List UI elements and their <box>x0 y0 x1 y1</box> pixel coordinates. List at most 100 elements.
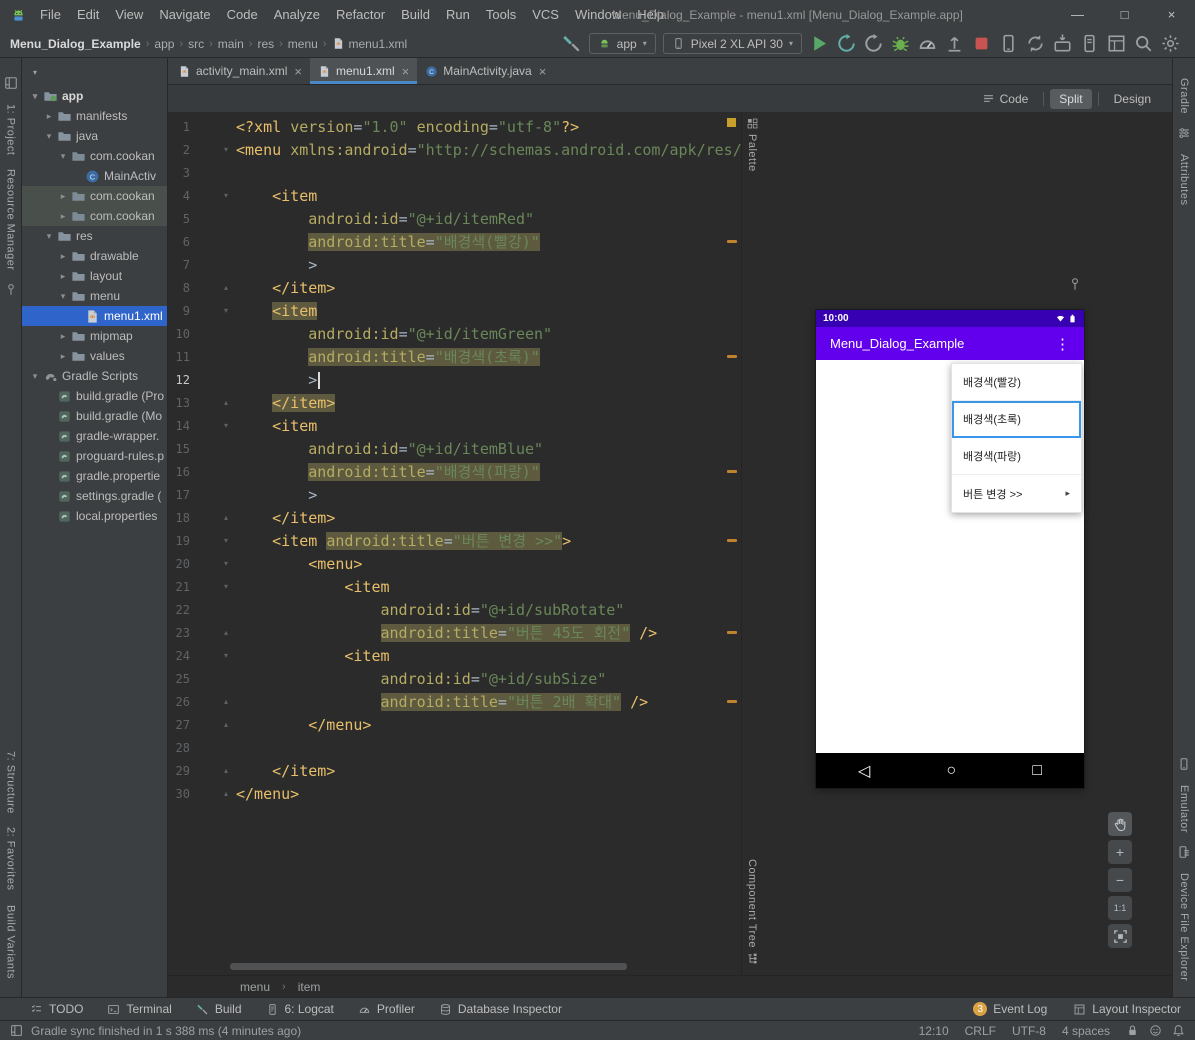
toolwindow-resource-manager[interactable]: Resource Manager <box>5 169 17 271</box>
breadcrumb-menu[interactable]: menu <box>288 37 318 51</box>
tree-item-com-cookan[interactable]: ▸ com.cookan <box>22 206 167 226</box>
tree-item-settings-gradle[interactable]: settings.gradle ( <box>22 486 167 506</box>
menu-code[interactable]: Code <box>219 0 266 30</box>
fold-marker-icon[interactable]: ▴ <box>216 398 236 407</box>
toolwindow-button-build[interactable]: Build <box>196 1002 242 1016</box>
toolwindow-gradle[interactable]: Gradle <box>1178 78 1190 114</box>
code-line[interactable]: 1 <?xml version="1.0" encoding="utf-8"?> <box>168 115 741 138</box>
indent-indicator[interactable]: 4 spaces <box>1062 1024 1110 1038</box>
tree-item-app[interactable]: ▾ app <box>22 86 167 106</box>
stop-icon[interactable] <box>971 33 992 54</box>
tab-mainactivity-java[interactable]: C MainActivity.java × <box>417 58 554 84</box>
toolwindow-emulator[interactable]: Emulator <box>1178 785 1190 833</box>
search-result-marker[interactable] <box>727 470 737 473</box>
fold-marker-icon[interactable]: ▴ <box>216 789 236 798</box>
fold-marker-icon[interactable]: ▾ <box>216 536 236 545</box>
code-line[interactable]: 23 ▴ android:title="버튼 45도 회전" /> <box>168 621 741 644</box>
horizontal-scrollbar[interactable] <box>230 963 690 970</box>
toolwindow-1-project[interactable]: 1: Project <box>5 104 17 155</box>
code-line[interactable]: 6 android:title="배경색(빨강)" <box>168 230 741 253</box>
code-line[interactable]: 18 ▴ </item> <box>168 506 741 529</box>
fold-marker-icon[interactable]: ▾ <box>216 651 236 660</box>
view-mode-design[interactable]: Design <box>1105 89 1160 109</box>
tree-item-build-gradle-pro[interactable]: build.gradle (Pro <box>22 386 167 406</box>
code-line[interactable]: 12 > <box>168 368 741 391</box>
menu-edit[interactable]: Edit <box>69 0 107 30</box>
close-tab-icon[interactable]: × <box>539 64 547 79</box>
menu-build[interactable]: Build <box>393 0 438 30</box>
toolwindow-7-structure[interactable]: 7: Structure <box>5 751 17 814</box>
palette-tab[interactable]: Palette <box>742 117 762 172</box>
chevron-right-icon[interactable]: ▸ <box>42 111 56 122</box>
chevron-right-icon[interactable]: ▸ <box>56 211 70 222</box>
code-line[interactable]: 20 ▾ <menu> <box>168 552 741 575</box>
pin-icon[interactable] <box>1068 275 1082 293</box>
profile-icon[interactable] <box>917 33 938 54</box>
fold-marker-icon[interactable]: ▾ <box>216 145 236 154</box>
tree-item-build-gradle-mo[interactable]: build.gradle (Mo <box>22 406 167 426</box>
bell-icon[interactable] <box>1172 1024 1185 1037</box>
close-tab-icon[interactable]: × <box>402 64 410 79</box>
settings-icon[interactable] <box>1160 33 1181 54</box>
code-line[interactable]: 5 android:id="@+id/itemRed" <box>168 207 741 230</box>
menu-run[interactable]: Run <box>438 0 478 30</box>
menu-navigate[interactable]: Navigate <box>151 0 218 30</box>
code-line[interactable]: 8 ▴ </item> <box>168 276 741 299</box>
fold-marker-icon[interactable]: ▴ <box>216 513 236 522</box>
tree-item-values[interactable]: ▸ values <box>22 346 167 366</box>
tree-item-gradle-wrapper[interactable]: gradle-wrapper. <box>22 426 167 446</box>
zoom-in-button[interactable]: + <box>1108 840 1132 864</box>
fold-marker-icon[interactable]: ▴ <box>216 766 236 775</box>
apply-changes-icon[interactable] <box>836 33 857 54</box>
code-line[interactable]: 13 ▴ </item> <box>168 391 741 414</box>
menu-refactor[interactable]: Refactor <box>328 0 393 30</box>
sync-project-icon[interactable] <box>1025 33 1046 54</box>
menu-file[interactable]: File <box>32 0 69 30</box>
zoom-out-button[interactable]: − <box>1108 868 1132 892</box>
fold-marker-icon[interactable]: ▾ <box>216 559 236 568</box>
toolwindow-button-terminal[interactable]: Terminal <box>107 1002 172 1016</box>
tree-item-local-properties[interactable]: local.properties <box>22 506 167 526</box>
toolwindow-button-layout-inspector[interactable]: Layout Inspector <box>1073 1002 1181 1016</box>
tree-item-java[interactable]: ▾ java <box>22 126 167 146</box>
code-line[interactable]: 26 ▴ android:title="버튼 2배 확대" /> <box>168 690 741 713</box>
breadcrumb-main[interactable]: main <box>218 37 244 51</box>
face-icon[interactable] <box>1149 1024 1162 1037</box>
toolwindow-button-event-log[interactable]: 3 Event Log <box>973 1002 1047 1016</box>
sdk-manager-icon[interactable] <box>1052 33 1073 54</box>
code-editor[interactable]: 1 <?xml version="1.0" encoding="utf-8"?> 2… <box>168 112 741 975</box>
zoom-actual-button[interactable]: 1:1 <box>1108 896 1132 920</box>
code-line[interactable]: 4 ▾ <item <box>168 184 741 207</box>
toolwindow-button-database-inspector[interactable]: Database Inspector <box>439 1002 562 1016</box>
search-icon[interactable] <box>1133 33 1154 54</box>
menu-analyze[interactable]: Analyze <box>266 0 328 30</box>
encoding-indicator[interactable]: UTF-8 <box>1012 1024 1046 1038</box>
minimize-button[interactable]: — <box>1054 0 1101 30</box>
tree-item-com-cookan[interactable]: ▾ com.cookan <box>22 146 167 166</box>
tree-item-gradle-scripts[interactable]: ▾ Gradle Scripts <box>22 366 167 386</box>
design-surface[interactable]: Palette Component Tree 10:00 Menu_Dialog… <box>741 112 1172 975</box>
tree-item-manifests[interactable]: ▸ manifests <box>22 106 167 126</box>
toolwindow-device-file-explorer[interactable]: Device File Explorer <box>1178 873 1190 981</box>
code-line[interactable]: 7 > <box>168 253 741 276</box>
tree-item-drawable[interactable]: ▸ drawable <box>22 246 167 266</box>
overflow-menu-icon[interactable]: ⋮ <box>1055 335 1070 353</box>
chevron-right-icon[interactable]: ▸ <box>56 331 70 342</box>
code-line[interactable]: 10 android:id="@+id/itemGreen" <box>168 322 741 345</box>
tree-item-proguard-rules-p[interactable]: proguard-rules.p <box>22 446 167 466</box>
code-line[interactable]: 15 android:id="@+id/itemBlue" <box>168 437 741 460</box>
code-line[interactable]: 29 ▴ </item> <box>168 759 741 782</box>
attach-debugger-icon[interactable] <box>944 33 965 54</box>
view-mode-code[interactable]: Code <box>973 89 1038 109</box>
preview-menu-item[interactable]: 배경색(파랑) <box>952 438 1081 475</box>
fold-marker-icon[interactable]: ▴ <box>216 697 236 706</box>
tree-item-menu1-xml[interactable]: menu1.xml <box>22 306 167 326</box>
avd-manager-icon[interactable] <box>1079 33 1100 54</box>
menu-tools[interactable]: Tools <box>478 0 524 30</box>
toolwindow-button-profiler[interactable]: Profiler <box>358 1002 415 1016</box>
toolwindow-button-6-logcat[interactable]: 6: Logcat <box>266 1002 334 1016</box>
toolwindow-attributes[interactable]: Attributes <box>1178 154 1190 205</box>
run-icon[interactable] <box>809 33 830 54</box>
search-result-marker[interactable] <box>727 539 737 542</box>
toolwindows-toggle-icon[interactable] <box>10 1024 23 1037</box>
